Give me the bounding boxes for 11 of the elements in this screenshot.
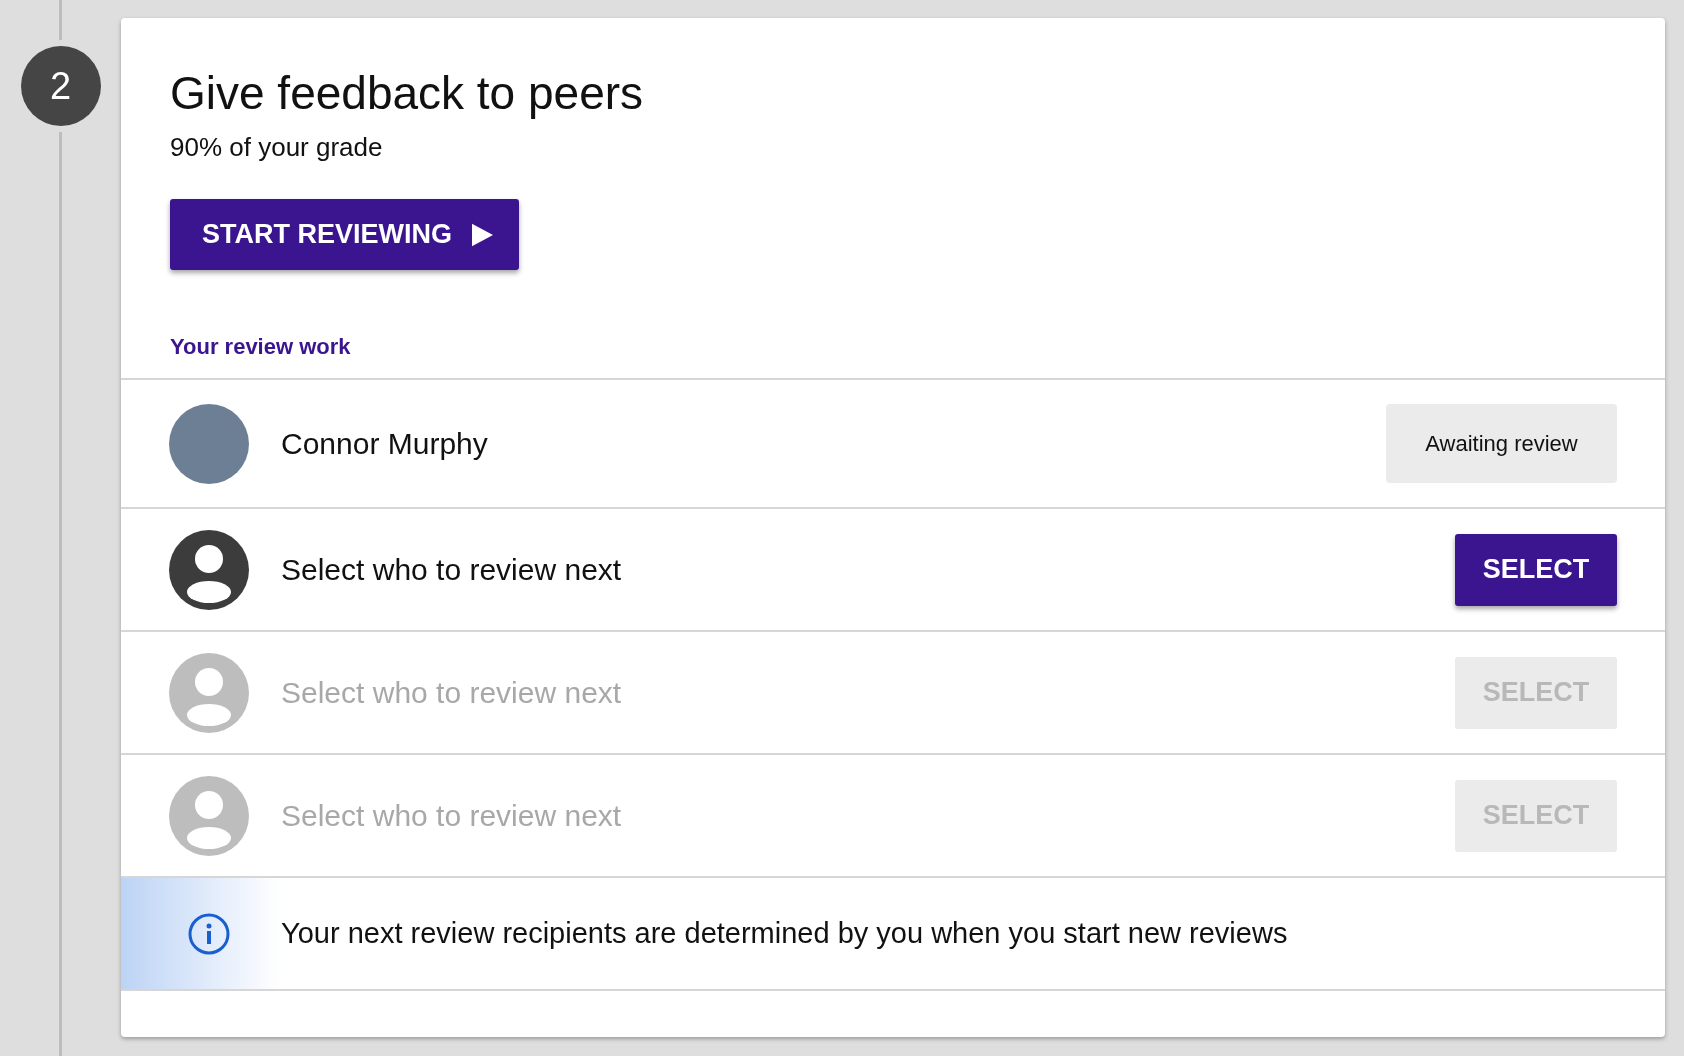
reviewee-name: Connor Murphy [281,426,489,461]
review-slot-label: Select who to review next [281,675,623,710]
info-text: Your next review recipients are determined by you when you start new reviews [281,917,1288,950]
card-title: Give feedback to peers [170,66,644,120]
review-slot-label: Select who to review next [281,552,623,587]
select-button[interactable]: SELECT [1455,533,1617,606]
start-reviewing-button[interactable]: START REVIEWING [170,199,519,270]
grade-weight: 90% of your grade [170,132,383,163]
status-badge: Awaiting review [1386,404,1617,483]
section-label: Your review work [170,334,352,360]
review-slot-label: Select who to review next [281,798,623,833]
